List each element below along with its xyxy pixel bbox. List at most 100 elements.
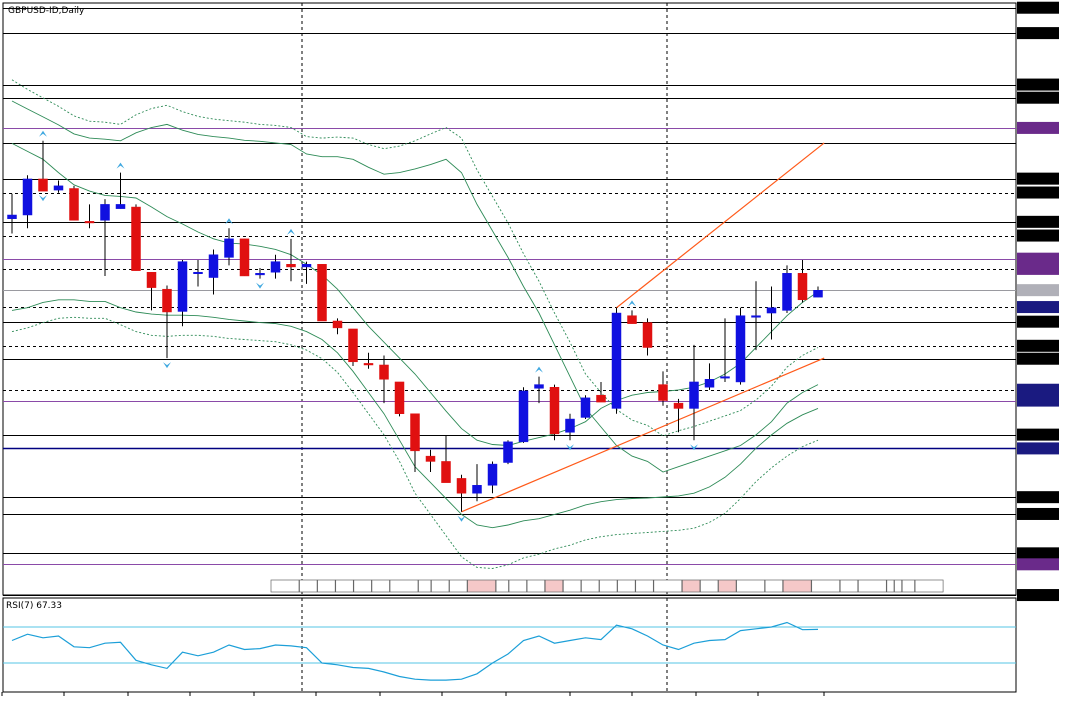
- bull-candle-body: [100, 204, 110, 221]
- bear-candle-body: [162, 288, 172, 313]
- time-box: [495, 579, 509, 593]
- time-box: [508, 579, 527, 593]
- price-tag-box: [1017, 215, 1059, 228]
- price-tag-box: [1017, 428, 1059, 441]
- bull-candle-body: [689, 381, 699, 409]
- bull-candle-body: [224, 238, 234, 258]
- bear-candle-body: [410, 413, 420, 452]
- bull-candle-body: [580, 397, 591, 418]
- bull-candle-body: [7, 214, 17, 219]
- bear-candle-body: [658, 384, 668, 401]
- time-marker-row: [270, 579, 944, 593]
- time-box: [839, 579, 859, 593]
- bull-candle-body: [735, 315, 746, 383]
- price-tag-box: [1017, 301, 1059, 314]
- bull-candle-body: [301, 264, 312, 268]
- time-box: [901, 579, 915, 593]
- price-tag-box: [1017, 491, 1059, 504]
- price-tag-box: [1017, 442, 1059, 455]
- price-tag-box: [1017, 507, 1059, 520]
- time-box: [681, 579, 701, 593]
- price-tag-box: [1017, 262, 1059, 275]
- bull-candle-body: [704, 379, 715, 388]
- bear-candle-body: [348, 328, 358, 363]
- bear-candle-body: [332, 320, 343, 329]
- price-tag-box: [1017, 78, 1059, 91]
- bear-candle-body: [596, 394, 606, 403]
- time-box: [736, 579, 765, 593]
- price-tag-box: [1017, 352, 1059, 365]
- time-box: [418, 579, 432, 593]
- bull-candle-body: [53, 185, 64, 191]
- time-box: [617, 579, 636, 593]
- bear-candle-body: [38, 178, 48, 192]
- time-box: [782, 579, 812, 593]
- bear-candle-body: [441, 461, 451, 483]
- time-box: [635, 579, 654, 593]
- bull-candle-body: [534, 384, 544, 389]
- time-box: [886, 579, 895, 593]
- bull-candle-body: [115, 204, 126, 209]
- bull-candle-body: [782, 273, 792, 311]
- rsi-indicator-pane[interactable]: RSI(7) 67.33: [2, 597, 1017, 693]
- price-tag-box: [1017, 315, 1059, 328]
- bull-candle-body: [611, 312, 622, 409]
- time-box: [389, 579, 419, 593]
- bear-candle-body: [549, 386, 560, 435]
- price-tag-box: [1017, 252, 1059, 265]
- bear-candle-body: [394, 381, 405, 414]
- bull-candle-body: [22, 178, 33, 216]
- time-box: [317, 579, 336, 593]
- trading-terminal-window: GBPUSD-ID,Daily RSI(7) 67.33: [0, 0, 1068, 712]
- time-box: [335, 579, 354, 593]
- bull-candle-body: [270, 261, 281, 273]
- price-tag-box: [1017, 558, 1059, 571]
- bear-candle-body: [379, 364, 389, 380]
- bear-candle-body: [146, 271, 157, 288]
- bull-candle-body: [565, 418, 575, 433]
- price-tag-box: [1017, 121, 1059, 134]
- bear-candle-body: [239, 238, 250, 277]
- bull-candle-body: [766, 307, 777, 314]
- time-box: [299, 579, 318, 593]
- time-box: [467, 579, 496, 593]
- bull-candle-body: [487, 463, 498, 486]
- bull-candle-body: [503, 441, 513, 463]
- time-box: [811, 579, 841, 593]
- time-box: [449, 579, 468, 593]
- time-box: [653, 579, 683, 593]
- chart-title: GBPUSD-ID,Daily: [8, 6, 85, 16]
- time-box: [700, 579, 719, 593]
- time-box: [718, 579, 737, 593]
- price-chart-pane[interactable]: GBPUSD-ID,Daily: [2, 2, 1017, 596]
- price-tag-box: [1017, 27, 1059, 40]
- bull-candle-body: [255, 273, 265, 276]
- bear-candle-body: [673, 402, 684, 409]
- bear-candle-body: [456, 478, 467, 494]
- price-tag-box: [1017, 589, 1059, 602]
- time-box: [544, 579, 564, 593]
- bull-candle-body: [518, 390, 529, 443]
- price-tag-box: [1017, 1, 1059, 14]
- chart-canvas[interactable]: GBPUSD-ID,Daily RSI(7) 67.33: [0, 0, 1068, 712]
- bear-candle-body: [286, 264, 296, 268]
- time-box: [599, 579, 618, 593]
- time-box: [857, 579, 887, 593]
- time-box: [894, 579, 903, 593]
- price-tag-box: [1017, 339, 1059, 352]
- price-tag-box: [1017, 547, 1059, 560]
- bear-candle-body: [131, 206, 141, 271]
- price-tag-box: [1017, 91, 1059, 104]
- time-box: [431, 579, 450, 593]
- price-tag-box: [1017, 172, 1059, 185]
- time-box: [270, 579, 300, 593]
- bull-candle-body: [472, 485, 482, 494]
- time-box: [353, 579, 372, 593]
- price-tag-box: [1017, 186, 1059, 199]
- bull-candle-body: [813, 290, 823, 298]
- price-tag-box: [1017, 284, 1059, 297]
- price-tag-box: [1017, 229, 1059, 242]
- bear-candle-body: [627, 315, 637, 324]
- time-box: [581, 579, 600, 593]
- time-box: [371, 579, 390, 593]
